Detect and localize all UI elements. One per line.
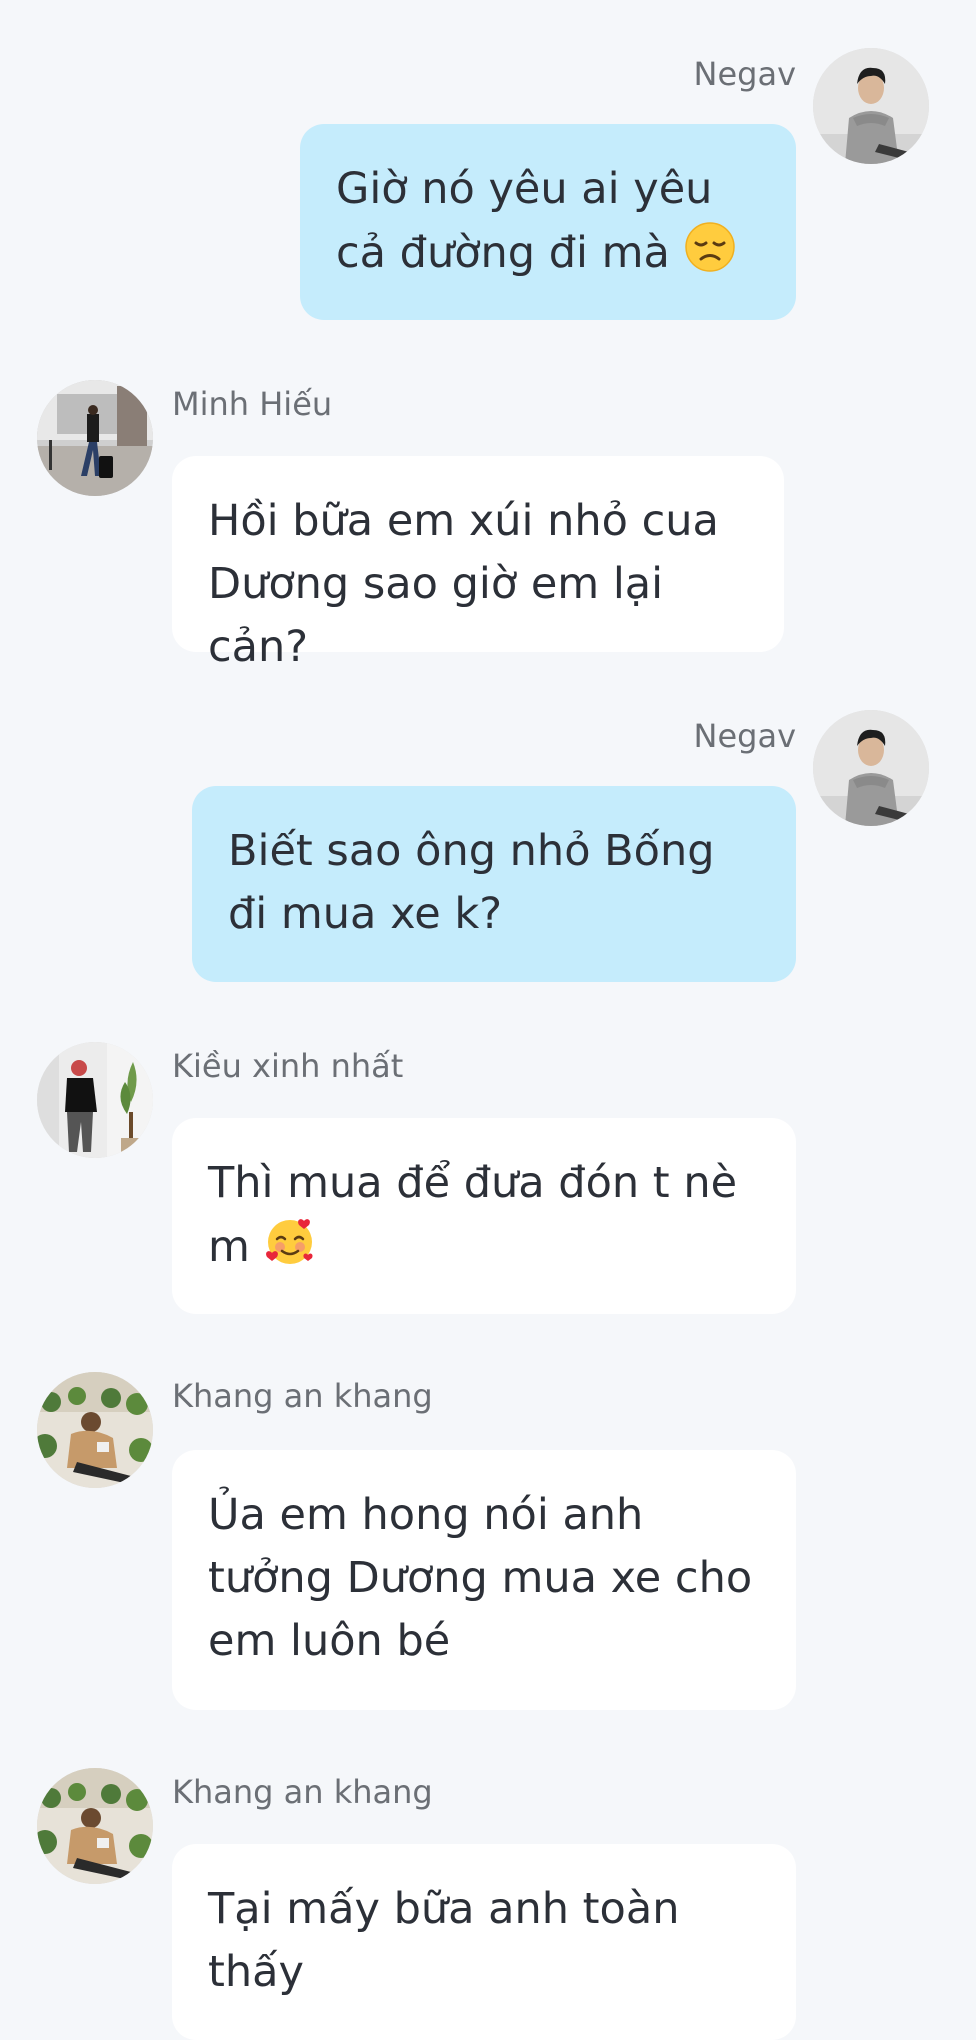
message-text: Giờ nó yêu ai yêu cả đường đi mà xyxy=(336,164,713,278)
message-incoming: Khang an khang Ủa em hong nói anh tưởng … xyxy=(0,1320,976,1716)
disappointed-face-icon xyxy=(684,222,735,272)
message-bubble[interactable]: Hồi bữa em xúi nhỏ cua Dương sao giờ em … xyxy=(172,456,784,672)
sender-avatar[interactable] xyxy=(813,710,929,826)
khang-avatar-image xyxy=(37,1768,153,1884)
sender-avatar[interactable] xyxy=(813,48,929,164)
message-bubble[interactable]: Tại mấy bữa anh toàn thấy xyxy=(172,1844,796,2040)
message-text: Hồi bữa em xúi nhỏ cua Dương sao giờ em … xyxy=(208,496,719,672)
negav-avatar-image xyxy=(813,48,929,164)
message-text: Biết sao ông nhỏ Bống đi mua xe k? xyxy=(228,826,715,939)
message-bubble[interactable]: Giờ nó yêu ai yêu cả đường đi mà xyxy=(300,124,796,320)
sender-name: Khang an khang xyxy=(172,1377,433,1415)
sender-name: Kiều xinh nhất xyxy=(172,1047,404,1085)
sender-name: Khang an khang xyxy=(172,1773,433,1811)
sender-avatar[interactable] xyxy=(37,1768,153,1884)
message-bubble[interactable]: Ủa em hong nói anh tưởng Dương mua xe ch… xyxy=(172,1450,796,1710)
sender-avatar[interactable] xyxy=(37,1372,153,1488)
sender-name: Negav xyxy=(693,55,796,93)
message-incoming: Minh Hiếu Hồi bữa em xúi nhỏ cua Dương s… xyxy=(0,330,976,672)
negav-avatar-image xyxy=(813,710,929,826)
message-outgoing: Negav Biết sao ông nhỏ Bống đi mua xe k? xyxy=(0,660,976,990)
sender-avatar[interactable] xyxy=(37,1042,153,1158)
khang-avatar-image xyxy=(37,1372,153,1488)
message-bubble[interactable]: Thì mua để đưa đón t nè m xyxy=(172,1118,796,1314)
message-incoming: Kiều xinh nhất Thì mua để đưa đón t nè m xyxy=(0,990,976,1320)
message-text: Ủa em hong nói anh tưởng Dương mua xe ch… xyxy=(208,1490,753,1666)
minh-hieu-avatar-image xyxy=(37,380,153,496)
message-incoming: Khang an khang Tại mấy bữa anh toàn thấy xyxy=(0,1716,976,2040)
message-outgoing: Negav Giờ nó yêu ai yêu cả đường đi mà xyxy=(0,0,976,330)
sender-name: Minh Hiếu xyxy=(172,385,333,423)
kieu-avatar-image xyxy=(37,1042,153,1158)
smiling-face-with-hearts-icon xyxy=(265,1219,313,1264)
chat-thread: Negav Giờ nó yêu ai yêu cả đường đi mà M… xyxy=(0,0,976,2040)
sender-avatar[interactable] xyxy=(37,380,153,496)
message-bubble[interactable]: Biết sao ông nhỏ Bống đi mua xe k? xyxy=(192,786,796,982)
sender-name: Negav xyxy=(693,717,796,755)
message-text: Tại mấy bữa anh toàn thấy xyxy=(208,1884,680,1997)
